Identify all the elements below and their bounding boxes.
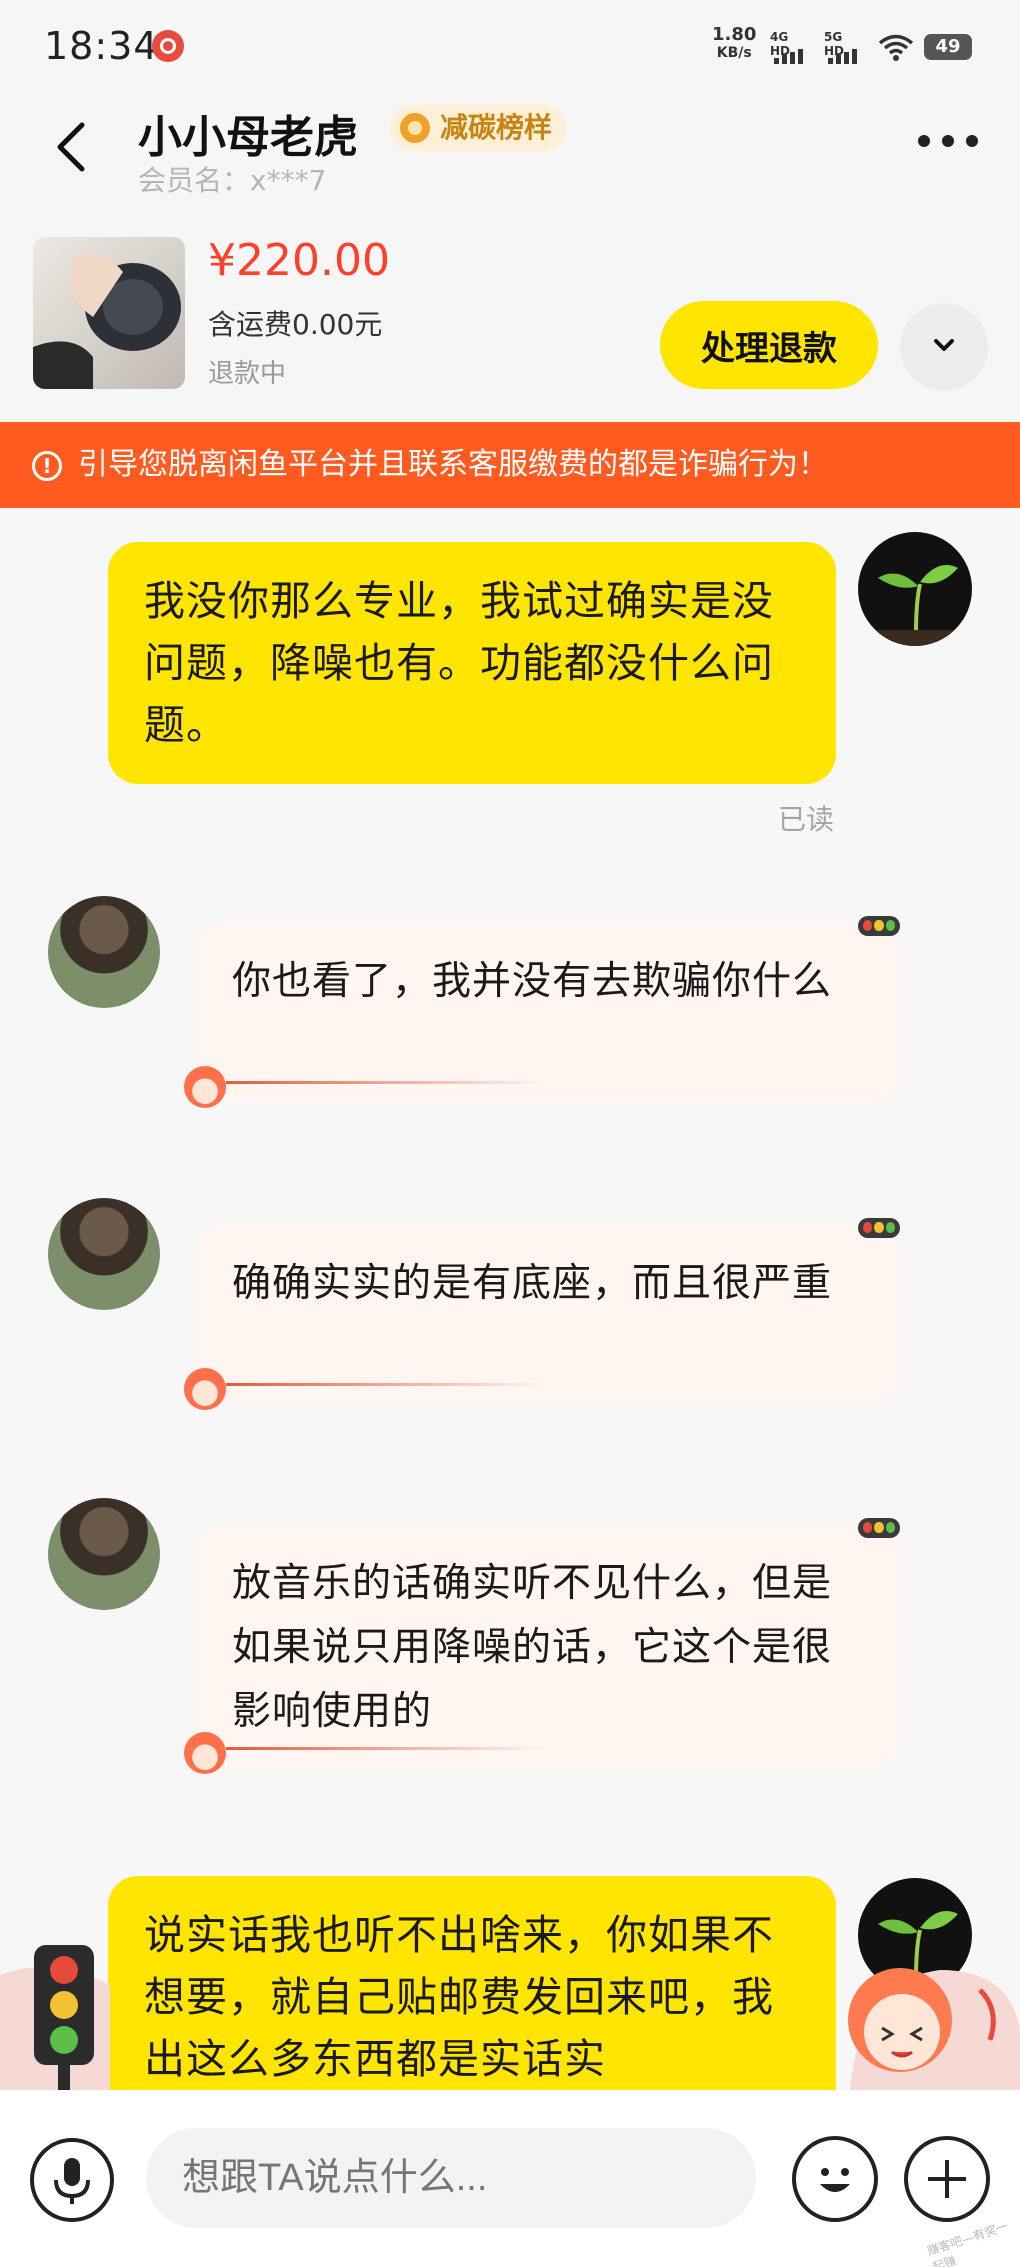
- member-name: 会员名：x***7: [138, 164, 327, 197]
- network-speed: 1.80 KB/s: [712, 26, 756, 62]
- message-text: 说实话我也听不出啥来，你如果不想要，就自己贴邮费发回来吧，我出这么多东西都是实话…: [144, 1911, 774, 2083]
- product-card[interactable]: ¥220.00 含运费0.00元 退款中 处理退款: [0, 215, 1020, 420]
- refund-status: 退款中: [208, 359, 287, 389]
- microphone-icon: [54, 2158, 90, 2204]
- traffic-light-icon: [858, 1518, 900, 1538]
- seller-avatar[interactable]: [48, 1198, 160, 1310]
- anime-character-decoration-icon: [848, 1968, 1020, 2090]
- chevron-down-icon: [934, 338, 954, 351]
- message-bubble-outgoing[interactable]: 说实话我也听不出啥来，你如果不想要，就自己贴邮费发回来吧，我出这么多东西都是实话…: [108, 1876, 836, 2090]
- message-input[interactable]: [146, 2128, 756, 2228]
- warning-icon: !: [32, 451, 62, 481]
- status-time: 18:34: [44, 24, 159, 68]
- message-text: 确确实实的是有底座，而且很严重: [232, 1261, 833, 1306]
- status-bar: 18:34 1.80 KB/s 4G HD 5G HD 49: [0, 0, 1020, 95]
- network-speed-value: 1.80: [712, 24, 757, 45]
- traffic-light-icon: [858, 916, 900, 936]
- product-price: ¥220.00: [208, 235, 390, 286]
- carbon-badge[interactable]: 减碳榜样: [390, 105, 567, 151]
- seller-avatar[interactable]: [48, 1498, 160, 1610]
- chat-area[interactable]: 我没你那么专业，我试过确实是没问题，降噪也有。功能都没什么问题。 已读 你也看了…: [0, 508, 1020, 2090]
- plus-icon: [928, 2160, 966, 2198]
- signal-sim1-icon: 4G HD: [770, 30, 810, 64]
- bubble-sticker-icon: [184, 1368, 226, 1410]
- message-text: 你也看了，我并没有去欺骗你什么: [232, 959, 833, 1004]
- carbon-badge-label: 减碳榜样: [440, 111, 553, 144]
- message-text: 放音乐的话确实听不见什么，但是如果说只用降噪的话，它这个是很影响使用的: [232, 1561, 833, 1734]
- fraud-warning-text: 引导您脱离闲鱼平台并且联系客服缴费的都是诈骗行为！: [78, 447, 828, 482]
- seller-avatar[interactable]: [48, 896, 160, 1008]
- seller-name[interactable]: 小小母老虎: [138, 101, 358, 165]
- my-avatar[interactable]: [858, 532, 972, 646]
- message-bubble-incoming[interactable]: 你也看了，我并没有去欺骗你什么: [184, 916, 900, 1108]
- message-bubble-incoming[interactable]: 放音乐的话确实听不见什么，但是如果说只用降噪的话，它这个是很影响使用的: [184, 1518, 900, 1774]
- expand-button[interactable]: [900, 303, 988, 391]
- read-status: 已读: [778, 803, 835, 836]
- smiley-icon: [820, 2168, 850, 2192]
- more-options-icon[interactable]: [918, 135, 978, 155]
- more-actions-button[interactable]: [904, 2136, 990, 2222]
- traffic-light-decoration-icon: [0, 1945, 110, 2090]
- message-bubble-incoming[interactable]: 确确实实的是有底座，而且很严重: [184, 1218, 900, 1410]
- wifi-icon: [878, 34, 914, 61]
- fraud-warning-banner: ! 引导您脱离闲鱼平台并且联系客服缴费的都是诈骗行为！: [0, 422, 1020, 508]
- network-speed-unit: KB/s: [716, 45, 752, 61]
- chat-header: 小小母老虎 减碳榜样 会员名：x***7: [0, 95, 1020, 215]
- process-refund-button[interactable]: 处理退款: [660, 301, 878, 389]
- bubble-sticker-icon: [184, 1066, 226, 1108]
- shipping-fee: 含运费0.00元: [208, 308, 383, 341]
- signal-sim2-icon: 5G HD: [824, 30, 864, 64]
- input-bar: [0, 2090, 1020, 2267]
- leaf-coin-icon: [400, 113, 430, 143]
- message-text: 我没你那么专业，我试过确实是没问题，降噪也有。功能都没什么问题。: [144, 577, 774, 749]
- message-bubble-outgoing[interactable]: 我没你那么专业，我试过确实是没问题，降噪也有。功能都没什么问题。: [108, 542, 836, 784]
- product-thumbnail[interactable]: [33, 237, 185, 389]
- battery-indicator: 49: [924, 34, 972, 60]
- back-arrow-icon[interactable]: [50, 117, 96, 177]
- voice-button[interactable]: [30, 2138, 114, 2222]
- emoji-button[interactable]: [792, 2136, 878, 2222]
- netease-music-icon: [152, 30, 184, 62]
- bubble-sticker-icon: [184, 1732, 226, 1774]
- traffic-light-icon: [858, 1218, 900, 1238]
